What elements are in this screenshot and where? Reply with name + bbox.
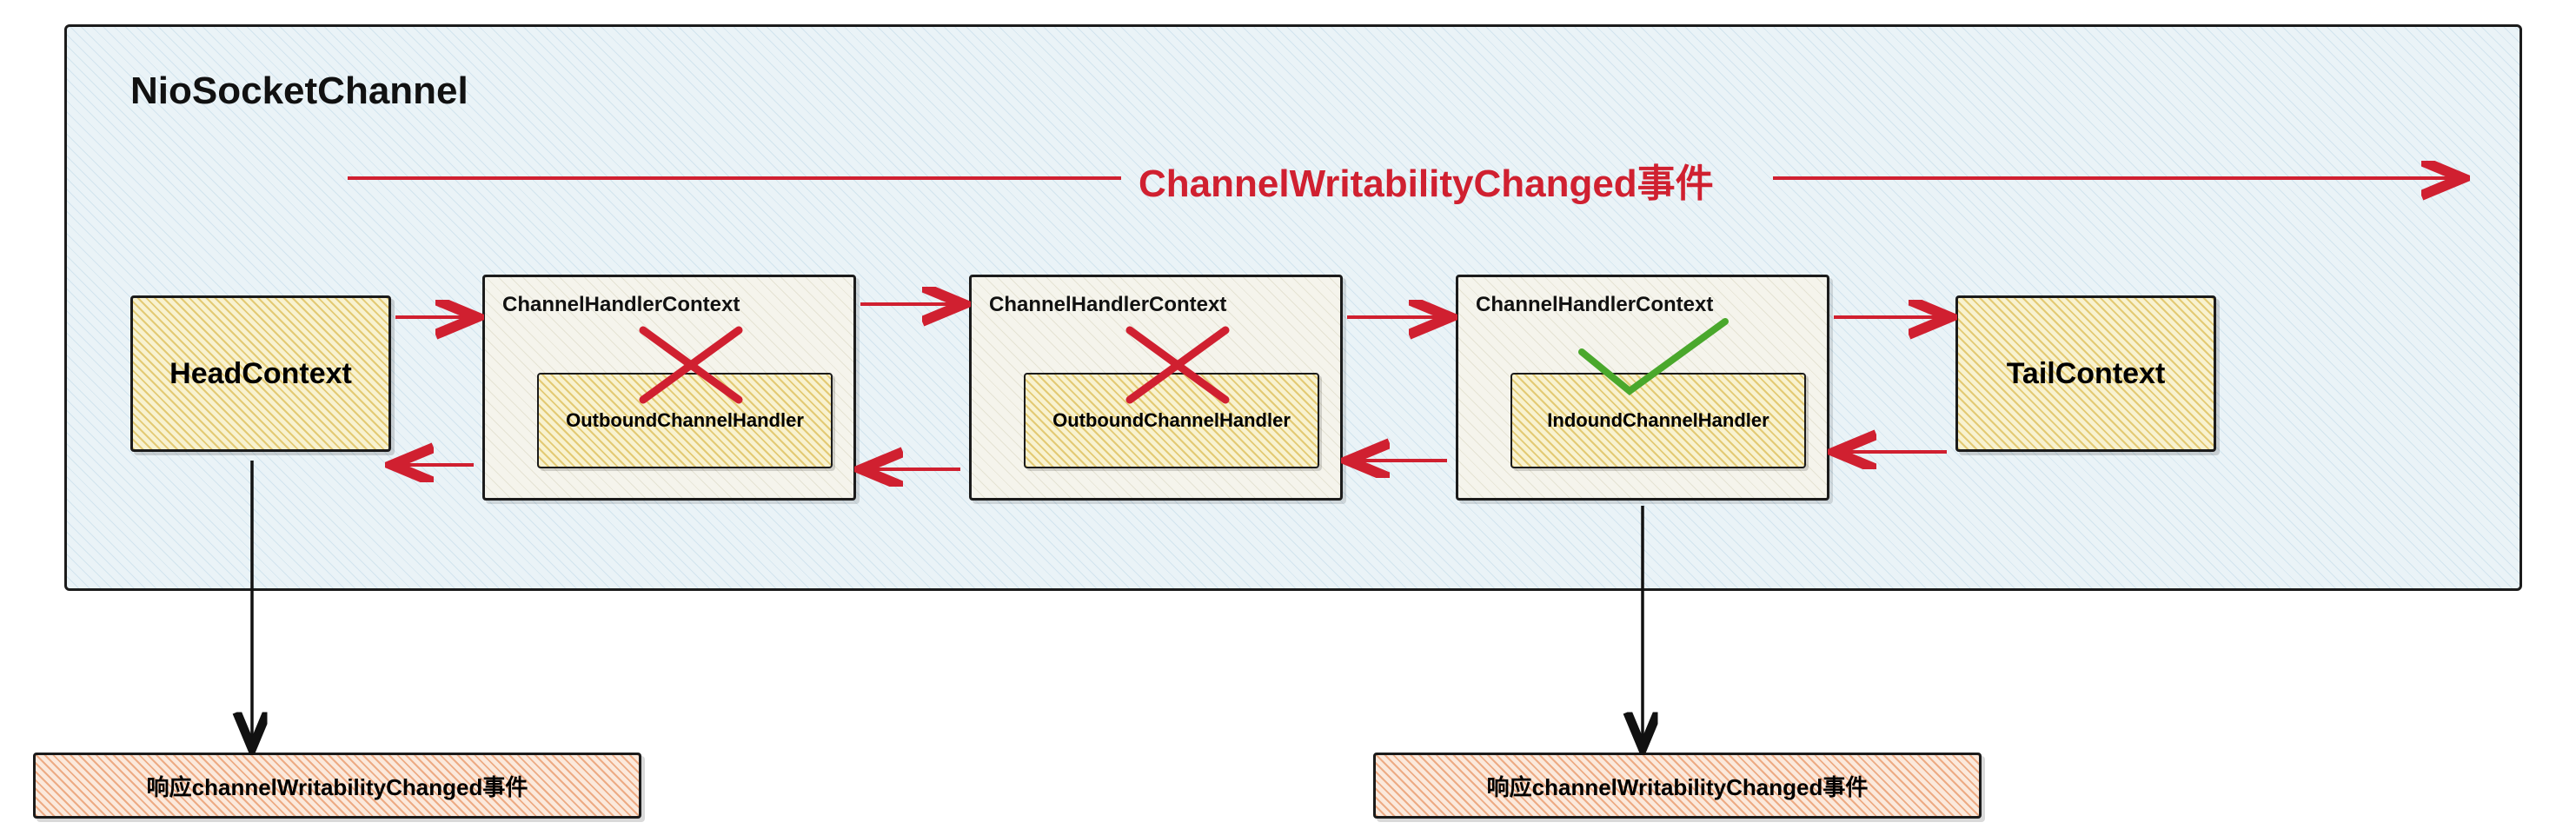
context-3-handler-label: IndoundChannelHandler xyxy=(1547,409,1769,432)
context-3-handler-box: IndoundChannelHandler xyxy=(1510,373,1806,468)
context-2-handler-label: OutboundChannelHandler xyxy=(1052,409,1291,432)
context-1-handler-box: OutboundChannelHandler xyxy=(537,373,833,468)
head-context-box: HeadContext xyxy=(130,295,391,452)
response-box-left: 响应channelWritabilityChanged事件 xyxy=(33,753,641,819)
context-3-title: ChannelHandlerContext xyxy=(1476,293,1713,317)
head-context-label: HeadContext xyxy=(133,298,388,449)
context-1-handler-label: OutboundChannelHandler xyxy=(566,409,804,432)
container-title: NioSocketChannel xyxy=(130,70,468,113)
response-right-label: 响应channelWritabilityChanged事件 xyxy=(1487,770,1869,802)
event-propagation-label: ChannelWritabilityChanged事件 xyxy=(1139,152,1714,208)
response-left-label: 响应channelWritabilityChanged事件 xyxy=(147,770,528,802)
tail-context-box: TailContext xyxy=(1955,295,2216,452)
response-box-right: 响应channelWritabilityChanged事件 xyxy=(1373,753,1982,819)
context-1-title: ChannelHandlerContext xyxy=(502,293,740,317)
channel-handler-context-1: ChannelHandlerContext OutboundChannelHan… xyxy=(482,275,856,501)
tail-context-label: TailContext xyxy=(1958,298,2214,449)
channel-handler-context-3: ChannelHandlerContext IndoundChannelHand… xyxy=(1456,275,1829,501)
context-2-handler-box: OutboundChannelHandler xyxy=(1024,373,1319,468)
context-2-title: ChannelHandlerContext xyxy=(989,293,1226,317)
channel-handler-context-2: ChannelHandlerContext OutboundChannelHan… xyxy=(969,275,1343,501)
